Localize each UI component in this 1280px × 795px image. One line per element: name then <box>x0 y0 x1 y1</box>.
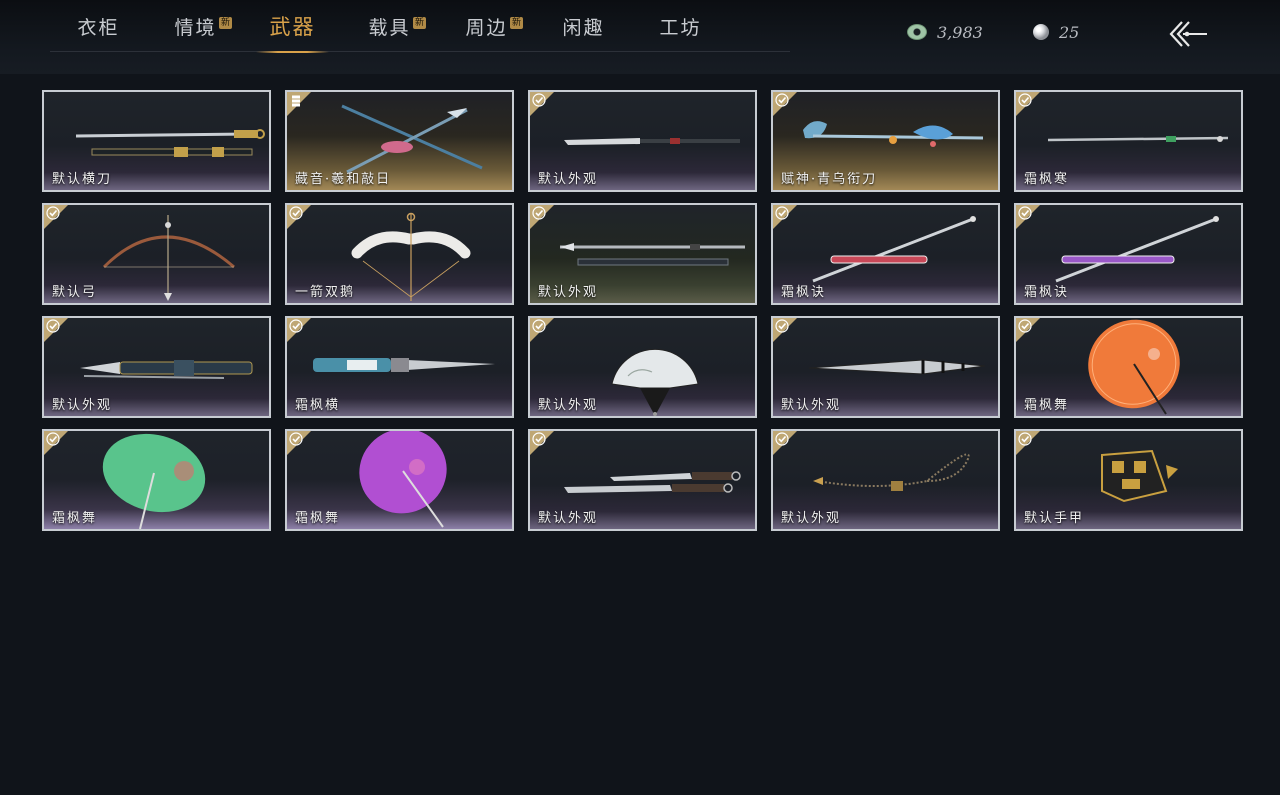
weapon-skin-name: 霜枫舞 <box>295 511 341 526</box>
weapon-skin-card[interactable]: 默认外观 <box>528 316 757 418</box>
weapon-skin-name: 默认弓 <box>52 285 98 300</box>
weapon-skin-card[interactable]: 霜枫诀 <box>771 203 1000 305</box>
tab-label: 载具 <box>368 16 411 39</box>
weapon-skin-name: 默认手甲 <box>1024 511 1085 526</box>
new-badge: 新 <box>218 17 232 29</box>
layers-icon <box>292 95 300 107</box>
weapon-skin-card[interactable]: 默认手甲 <box>1014 429 1243 531</box>
check-icon <box>775 319 789 333</box>
weapon-skin-card[interactable]: 默认外观 <box>528 203 757 305</box>
tab-5[interactable]: 闲趣 <box>535 0 632 52</box>
weapon-skin-name: 默认外观 <box>781 511 842 526</box>
check-icon <box>532 432 546 446</box>
tab-4[interactable]: 周边新 <box>438 0 535 52</box>
weapon-skin-name: 霜枫寒 <box>1024 172 1070 187</box>
category-tabs: 衣柜 情境新武器 载具新周边新闲趣 工坊 <box>50 0 790 53</box>
new-badge: 新 <box>509 17 523 29</box>
check-icon <box>775 432 789 446</box>
weapon-skin-card[interactable]: 藏音·羲和敲日 <box>285 90 514 192</box>
weapon-skin-name: 霜枫诀 <box>781 285 827 300</box>
weapon-skin-card[interactable]: 霜枫诀 <box>1014 203 1243 305</box>
tab-label: 情境 <box>174 16 217 39</box>
back-arrow-icon <box>1169 21 1207 47</box>
weapon-skin-name: 默认外观 <box>538 511 599 526</box>
weapon-skin-card[interactable]: 默认横刀 <box>42 90 271 192</box>
weapon-skin-card[interactable]: 默认外观 <box>42 316 271 418</box>
tab-label: 衣柜 <box>77 16 120 39</box>
check-icon <box>1018 432 1032 446</box>
weapon-skin-name: 霜枫横 <box>295 398 341 413</box>
tab-label: 闲趣 <box>562 16 605 39</box>
check-icon <box>775 93 789 107</box>
weapon-skin-name: 默认外观 <box>52 398 113 413</box>
check-icon <box>532 206 546 220</box>
check-icon <box>1018 93 1032 107</box>
tab-1[interactable]: 情境新 <box>147 0 244 52</box>
weapon-skin-card[interactable]: 霜枫舞 <box>42 429 271 531</box>
weapon-skin-card[interactable]: 默认外观 <box>771 429 1000 531</box>
check-icon <box>775 206 789 220</box>
check-icon <box>289 432 303 446</box>
top-bar: 衣柜 情境新武器 载具新周边新闲趣 工坊 3,983 25 <box>0 0 1280 74</box>
check-icon <box>1018 319 1032 333</box>
weapon-skin-name: 霜枫诀 <box>1024 285 1070 300</box>
check-icon <box>1018 206 1032 220</box>
weapon-skin-name: 赋神·青乌衔刀 <box>781 172 878 187</box>
weapon-skin-card[interactable]: 一箭双鹅 <box>285 203 514 305</box>
check-icon <box>532 319 546 333</box>
weapon-skin-name: 一箭双鹅 <box>295 285 356 300</box>
pearl-icon <box>1033 24 1049 40</box>
pearl-balance: 25 <box>1033 20 1079 44</box>
tab-label: 武器 <box>269 15 316 39</box>
weapon-skin-name: 默认横刀 <box>52 172 113 187</box>
jade-coin-icon <box>907 24 927 40</box>
new-badge: 新 <box>412 17 426 29</box>
weapon-skin-name: 默认外观 <box>538 172 599 187</box>
weapon-skin-card[interactable]: 默认外观 <box>771 316 1000 418</box>
jade-coin-value: 3,983 <box>937 22 983 42</box>
tab-0[interactable]: 衣柜 <box>50 0 147 52</box>
weapon-skin-card[interactable]: 霜枫横 <box>285 316 514 418</box>
weapon-skin-grid: 默认横刀 藏音·羲和敲日 默认外观 赋神·青乌衔刀 霜枫寒 默认弓 一箭双鹅 默认外观 霜枫诀霜… <box>42 90 1243 531</box>
weapon-skin-card[interactable]: 霜枫舞 <box>1014 316 1243 418</box>
check-icon <box>46 319 60 333</box>
weapon-skin-card[interactable]: 默认弓 <box>42 203 271 305</box>
weapon-skin-name: 默认外观 <box>781 398 842 413</box>
tab-label: 周边 <box>465 16 508 39</box>
weapon-skin-card[interactable]: 霜枫舞 <box>285 429 514 531</box>
tab-6[interactable]: 工坊 <box>632 0 729 52</box>
weapon-skin-card[interactable]: 默认外观 <box>528 429 757 531</box>
check-icon <box>289 319 303 333</box>
tab-label: 工坊 <box>659 16 702 39</box>
weapon-skin-name: 霜枫舞 <box>1024 398 1070 413</box>
weapon-skin-card[interactable]: 赋神·青乌衔刀 <box>771 90 1000 192</box>
check-icon <box>289 206 303 220</box>
weapon-skin-name: 霜枫舞 <box>52 511 98 526</box>
weapon-skin-card[interactable]: 霜枫寒 <box>1014 90 1243 192</box>
tab-2[interactable]: 武器 <box>244 0 341 53</box>
jade-coin-balance: 3,983 <box>907 20 983 44</box>
check-icon <box>532 93 546 107</box>
check-icon <box>46 432 60 446</box>
weapon-skin-card[interactable]: 默认外观 <box>528 90 757 192</box>
check-icon <box>46 206 60 220</box>
weapon-skin-name: 藏音·羲和敲日 <box>295 172 392 187</box>
tab-3[interactable]: 载具新 <box>341 0 438 52</box>
back-button[interactable] <box>1166 18 1210 50</box>
pearl-value: 25 <box>1059 22 1080 42</box>
weapon-skin-name: 默认外观 <box>538 398 599 413</box>
weapon-skin-name: 默认外观 <box>538 285 599 300</box>
